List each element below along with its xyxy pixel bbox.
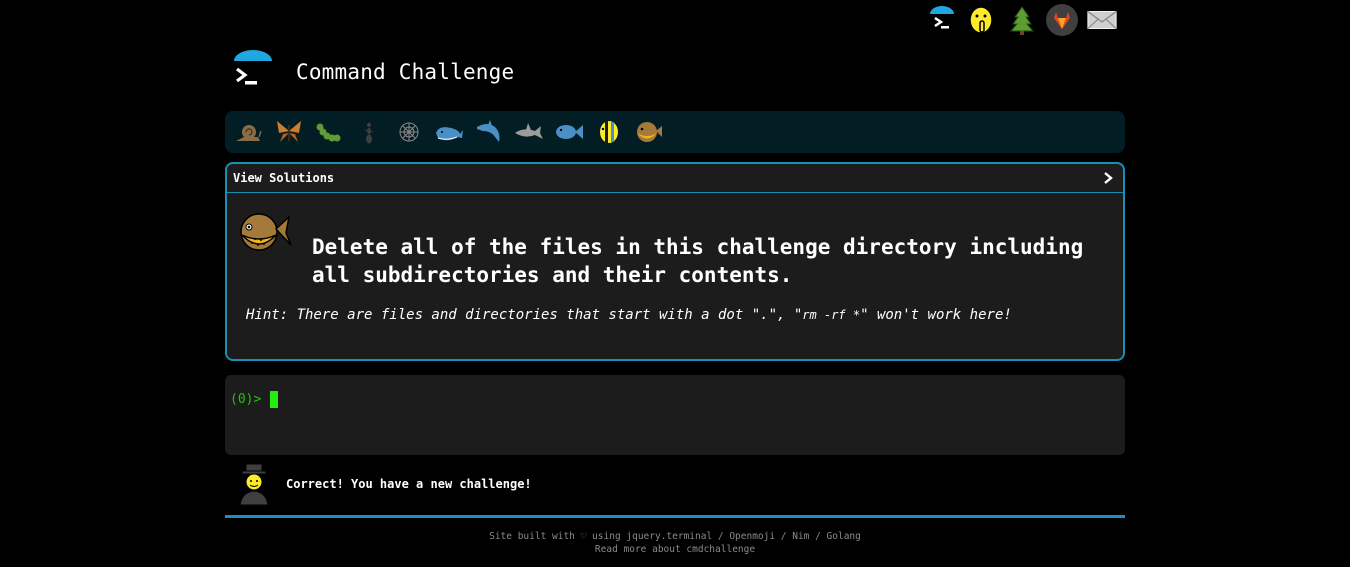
whale-icon[interactable]: [433, 116, 465, 148]
top-icon-bar: [926, 2, 1118, 38]
hint-suffix: " won't work here!: [860, 307, 1012, 323]
spider-web-icon[interactable]: [393, 116, 425, 148]
level-bar: [225, 111, 1125, 153]
hint-prefix: Hint: There are files and directories th…: [246, 307, 803, 323]
hint-text: Hint: There are files and directories th…: [246, 307, 1012, 323]
footer: Site built with ♡ using jquery.terminal …: [225, 530, 1125, 556]
gitlab-icon[interactable]: [1046, 4, 1078, 36]
feedback-row: Correct! You have a new challenge!: [236, 462, 532, 506]
hint-code: rm -rf *: [802, 308, 861, 322]
progress-fill: [225, 515, 1125, 518]
tree-icon[interactable]: [1006, 4, 1038, 36]
footer-credits: Site built with ♡ using jquery.terminal …: [489, 531, 861, 542]
view-solutions-label: View Solutions: [233, 171, 335, 185]
mail-icon[interactable]: [1086, 4, 1118, 36]
challenge-card: View Solutions Delete all of the files i…: [225, 162, 1125, 361]
page-title: Command Challenge: [296, 60, 515, 84]
fish-icon[interactable]: [553, 116, 585, 148]
blowfish-icon[interactable]: [633, 116, 665, 148]
site-header: Command Challenge: [230, 48, 514, 96]
chevron-right-icon: [1104, 172, 1113, 184]
snail-icon[interactable]: [233, 116, 265, 148]
terminal-icon[interactable]: [926, 4, 958, 36]
ant-icon[interactable]: [353, 116, 385, 148]
caterpillar-icon[interactable]: [313, 116, 345, 148]
tropical-fish-icon[interactable]: [593, 116, 625, 148]
blowfish-icon: [235, 207, 293, 257]
butterfly-icon[interactable]: [273, 116, 305, 148]
footer-read-more-link[interactable]: Read more about cmdchallenge: [225, 543, 1125, 556]
progress-bar: [225, 515, 1125, 518]
detective-icon: [239, 463, 269, 506]
terminal[interactable]: (0)>: [225, 375, 1125, 455]
terminal-prompt: (0)>: [230, 392, 262, 407]
dolphin-icon[interactable]: [473, 116, 505, 148]
terminal-cursor[interactable]: [270, 391, 278, 408]
logo-icon[interactable]: [230, 49, 276, 95]
feedback-message: Correct! You have a new challenge!: [286, 477, 532, 491]
shark-icon[interactable]: [513, 116, 545, 148]
view-solutions-toggle[interactable]: View Solutions: [227, 164, 1123, 193]
shushing-face-icon[interactable]: [966, 4, 998, 36]
challenge-text: Delete all of the files in this challeng…: [312, 235, 1084, 287]
